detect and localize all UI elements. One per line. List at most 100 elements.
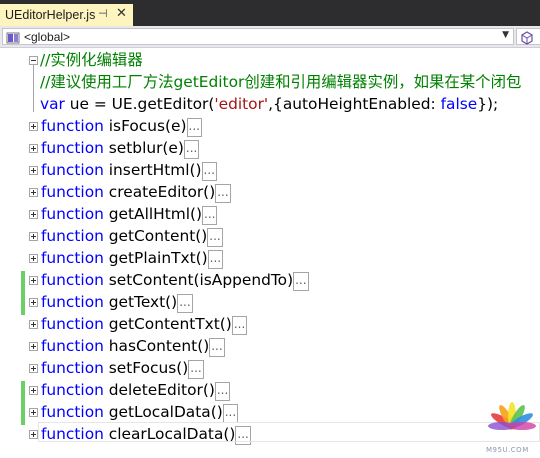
collapsed-block-marker[interactable]: ... [183, 140, 200, 159]
collapsed-block-marker[interactable]: ... [186, 118, 202, 137]
code-line-function: function setblur(e)... [41, 137, 200, 159]
plus-expander-icon[interactable] [29, 430, 38, 439]
collapsed-block-marker[interactable]: ... [231, 316, 248, 335]
code-line-function: function getContent()... [41, 225, 223, 247]
keyword-function: function [41, 139, 104, 157]
function-signature: setFocus() [108, 359, 189, 377]
scope-dropdown[interactable]: <global> ▼ [2, 28, 514, 45]
code-line-function: function getAllHtml()... [41, 203, 218, 225]
code-line-function: function getLocalData()... [41, 401, 239, 423]
code-line-comment-2: //建议使用工厂方法getEditor创建和引用编辑器实例，如果在某个闭包 [40, 71, 521, 93]
keyword-function: function [41, 403, 104, 421]
function-signature: getText() [108, 293, 178, 311]
change-indicator [21, 271, 25, 315]
close-icon[interactable]: ✕ [116, 6, 127, 21]
function-signature: setblur(e) [108, 139, 184, 157]
code-text: }); [477, 95, 499, 113]
member-cube-icon [520, 30, 534, 49]
outline-guide [33, 62, 34, 112]
plus-expander-icon[interactable] [29, 188, 38, 197]
code-text: ,{autoHeightEnabled: [268, 95, 441, 113]
collapsed-block-marker[interactable]: ... [293, 272, 309, 291]
code-line-function: function getText()... [41, 291, 193, 313]
function-signature: getContentTxt() [108, 315, 232, 333]
collapsed-block-marker[interactable]: ... [207, 228, 223, 247]
minus-collapser-icon[interactable] [29, 56, 38, 65]
code-line-function: function setContent(isAppendTo)... [41, 269, 309, 291]
comment-text: //实例化编辑器 [40, 51, 143, 69]
keyword-function: function [41, 381, 104, 399]
collapsed-block-marker[interactable]: ... [202, 206, 218, 225]
collapsed-block-marker[interactable]: ... [214, 382, 231, 401]
current-line-highlight [38, 422, 540, 442]
code-line-function: function getPlainTxt()... [41, 247, 224, 269]
code-text: ue = UE.getEditor( [64, 95, 215, 113]
keyword-function: function [41, 227, 104, 245]
plus-expander-icon[interactable] [29, 320, 38, 329]
keyword-function: function [41, 271, 104, 289]
plus-expander-icon[interactable] [29, 254, 38, 263]
function-signature: getContent() [108, 227, 208, 245]
watermark-text: M95U.COM [486, 446, 529, 454]
collapsed-block-marker[interactable]: ... [177, 294, 193, 313]
scope-label: <global> [24, 29, 71, 44]
collapsed-block-marker[interactable]: ... [222, 404, 239, 423]
function-signature: getPlainTxt() [108, 249, 208, 267]
plus-expander-icon[interactable] [29, 298, 38, 307]
code-line-function: function insertHtml()... [41, 159, 217, 181]
function-signature: createEditor() [108, 183, 216, 201]
tab-title: UEditorHelper.js [5, 8, 96, 22]
keyword-function: function [41, 161, 104, 179]
change-indicator [21, 381, 25, 425]
function-signature: setContent(isAppendTo) [108, 271, 294, 289]
pin-icon[interactable]: ⊣ [98, 7, 108, 20]
plus-expander-icon[interactable] [29, 408, 38, 417]
keyword-function: function [41, 337, 104, 355]
collapsed-block-marker[interactable]: ... [209, 338, 225, 357]
code-line-var: var ue = UE.getEditor('editor',{autoHeig… [40, 93, 498, 115]
code-line-function: function isFocus(e)... [41, 115, 202, 137]
keyword-function: function [41, 249, 104, 267]
plus-expander-icon[interactable] [29, 232, 38, 241]
code-line-comment-1: //实例化编辑器 [40, 49, 143, 71]
keyword-function: function [41, 205, 104, 223]
keyword-var: var [40, 95, 65, 113]
chevron-down-icon[interactable]: ▼ [502, 30, 509, 40]
keyword-function: function [41, 183, 104, 201]
tab-ueditorhelper[interactable]: UEditorHelper.js ⊣ ✕ [0, 4, 133, 26]
function-signature: isFocus(e) [108, 117, 187, 135]
document-tabstrip: UEditorHelper.js ⊣ ✕ [0, 0, 540, 26]
function-signature: getAllHtml() [108, 205, 203, 223]
function-signature: deleteEditor() [108, 381, 215, 399]
member-dropdown[interactable] [516, 28, 540, 45]
keyword-function: function [41, 117, 104, 135]
keyword-function: function [41, 293, 104, 311]
keyword-function: function [41, 359, 104, 377]
plus-expander-icon[interactable] [29, 166, 38, 175]
code-line-function: function getContentTxt()... [41, 313, 248, 335]
plus-expander-icon[interactable] [29, 144, 38, 153]
function-signature: getLocalData() [108, 403, 223, 421]
code-line-function: function hasContent()... [41, 335, 225, 357]
plus-expander-icon[interactable] [29, 122, 38, 131]
plus-expander-icon[interactable] [29, 386, 38, 395]
code-line-function: function setFocus()... [41, 357, 204, 379]
collapsed-block-marker[interactable]: ... [215, 184, 231, 203]
js-scope-icon [6, 30, 20, 44]
code-line-function: function deleteEditor()... [41, 379, 231, 401]
plus-expander-icon[interactable] [29, 364, 38, 373]
keyword-false: false [440, 95, 478, 113]
collapsed-block-marker[interactable]: ... [207, 250, 224, 269]
keyword-function: function [41, 315, 104, 333]
plus-expander-icon[interactable] [29, 276, 38, 285]
code-line-function: function createEditor()... [41, 181, 231, 203]
plus-expander-icon[interactable] [29, 210, 38, 219]
collapsed-block-marker[interactable]: ... [188, 360, 204, 379]
plus-expander-icon[interactable] [29, 342, 38, 351]
collapsed-block-marker[interactable]: ... [201, 162, 217, 181]
navigation-bar: <global> ▼ [0, 26, 540, 48]
function-signature: hasContent() [108, 337, 210, 355]
comment-text: //建议使用工厂方法getEditor创建和引用编辑器实例，如果在某个闭包 [40, 73, 522, 91]
function-signature: insertHtml() [108, 161, 202, 179]
string-literal: 'editor' [214, 95, 269, 113]
